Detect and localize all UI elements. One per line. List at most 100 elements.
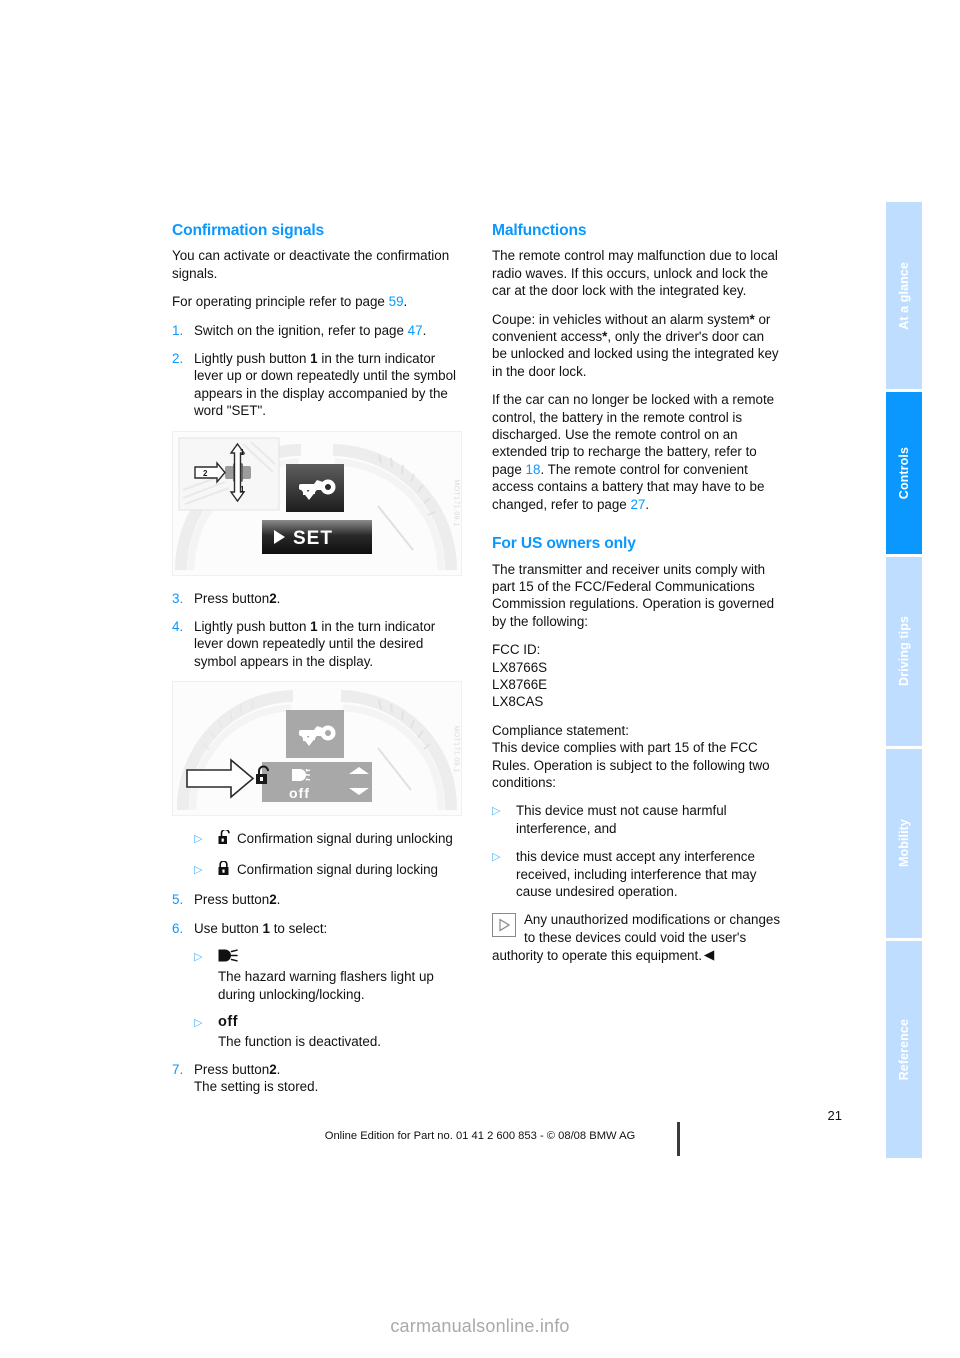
page-ref-27[interactable]: 27: [630, 497, 645, 512]
manual-page: Confirmation signals You can activate or…: [0, 0, 960, 1358]
battery-text-c: .: [645, 496, 650, 512]
hazard-flasher-icon: [218, 948, 462, 967]
step-3-text-b: .: [276, 590, 281, 606]
triangle-bullet-icon: ▷: [492, 851, 501, 864]
step-2: 2. Lightly push button 1 in the turn ind…: [172, 350, 462, 420]
open-padlock-glyph: [218, 828, 230, 845]
triangle-bullet-icon: ▷: [194, 950, 203, 963]
section-title-us-owners: For US owners only: [492, 535, 636, 553]
svg-text:SET: SET: [293, 528, 333, 549]
compliance-text: This device complies with part 15 of the…: [492, 740, 770, 790]
step-4-number: 4.: [172, 619, 184, 635]
closed-padlock-icon: [218, 860, 231, 880]
us-owners-paragraph: The transmitter and receiver units compl…: [492, 561, 775, 629]
step-1-number: 1.: [172, 322, 184, 338]
condition-1: ▷ This device must not cause harmful int…: [492, 802, 782, 837]
step-5-number: 5.: [172, 892, 184, 908]
section-title-malfunctions: Malfunctions: [492, 222, 587, 239]
step-6: 6. Use button 1 to select:: [172, 920, 462, 937]
step-7-text-b: .: [276, 1061, 281, 1077]
step-5: 5. Press button2.: [172, 891, 462, 908]
sidebar-tab-controls[interactable]: Controls: [886, 392, 922, 554]
figure-1-illustration: 1 1 2 SET: [173, 431, 461, 575]
sidebar-tab-controls-label: Controls: [896, 446, 911, 499]
figure-1-code: MOT171.09.1: [452, 479, 460, 527]
triangle-bullet-icon: ▷: [194, 863, 203, 876]
option-hazard-flashers: ▷ The hazard warning flashers light up d…: [194, 948, 462, 1003]
figure-cluster-set: 1 1 2 SET MOT171.09.1: [172, 430, 462, 576]
step-3: 3. Press button2.: [172, 590, 462, 607]
operating-principle-paragraph: For operating principle refer to page 59…: [172, 293, 462, 310]
page-ref-59[interactable]: 59: [389, 294, 404, 309]
triangle-note-icon: [492, 913, 516, 938]
step-4-text-a: Lightly push button: [194, 619, 307, 635]
sidebar-tab-at-a-glance[interactable]: At a glance: [886, 202, 922, 390]
sidebar-tab-mobility-label: Mobility: [896, 819, 911, 868]
steps-list-part-3: 5. Press button2. 6. Use button 1 to sel…: [172, 891, 462, 937]
step-4: 4. Lightly push button 1 in the turn ind…: [172, 618, 462, 670]
fcc-id-3: LX8CAS: [492, 694, 544, 710]
svg-text:1: 1: [240, 448, 245, 457]
step-6-button-ref: 1: [262, 920, 270, 936]
page-number: 21: [827, 1108, 842, 1123]
step-7: 7. Press button2. The setting is stored.: [172, 1061, 462, 1096]
svg-text:2: 2: [203, 469, 208, 478]
step-2-number: 2.: [172, 351, 184, 367]
page-ref-18[interactable]: 18: [526, 462, 541, 477]
bullet-unlocking: ▷ Confirmation signal during unlocking: [194, 828, 462, 849]
condition-2: ▷ this device must accept any interferen…: [492, 848, 782, 900]
sidebar-tab-driving-tips[interactable]: Driving tips: [886, 556, 922, 746]
step-7-number: 7.: [172, 1061, 184, 1077]
steps-list-part-2: 3. Press button2. 4. Lightly push button…: [172, 590, 462, 671]
step-6-text-b: to select:: [273, 920, 328, 936]
steps-list-part-4: 7. Press button2. The setting is stored.: [172, 1061, 462, 1096]
svg-text:off: off: [289, 785, 310, 801]
fcc-id-1: LX8766S: [492, 659, 548, 675]
step-7-button-ref: 2: [269, 1061, 277, 1077]
fcc-id-2: LX8766E: [492, 676, 548, 692]
condition-1-text: This device must not cause harmful inter…: [516, 803, 727, 836]
step-7-text-a: Press button: [194, 1061, 270, 1077]
fcc-id-label: FCC ID:: [492, 642, 541, 658]
site-watermark: carmanualsonline.info: [390, 1316, 570, 1336]
compliance-label: Compliance statement:: [492, 722, 629, 738]
triangle-note-glyph: [499, 918, 511, 932]
svg-text:1: 1: [240, 485, 245, 494]
triangle-bullet-icon: ▷: [492, 805, 501, 818]
confirmation-signal-bullets: ▷ Confirmation signal during unlocking ▷: [194, 828, 462, 880]
figure-2-illustration: ◖⋮ off: [173, 682, 461, 816]
steps-list-part-1: 1. Switch on the ignition, refer to page…: [172, 322, 462, 420]
sidebar-tab-reference[interactable]: Reference: [886, 940, 922, 1158]
warning-note-text: Any unauthorized modifications or change…: [492, 912, 781, 964]
right-text-column: Malfunctions The remote control may malf…: [492, 222, 782, 976]
warning-note-box: Any unauthorized modifications or change…: [492, 911, 782, 964]
condition-2-text: this device must accept any interference…: [516, 849, 757, 899]
step-5-button-ref: 2: [269, 892, 277, 908]
page-ref-47[interactable]: 47: [408, 323, 423, 338]
step-3-number: 3.: [172, 590, 184, 606]
step-1: 1. Switch on the ignition, refer to page…: [172, 322, 462, 339]
bullet-locking-label: Confirmation signal during locking: [237, 861, 438, 877]
step-2-text-a: Lightly push button: [194, 351, 307, 367]
end-of-note-marker: ◀: [703, 947, 715, 963]
open-padlock-icon: [218, 828, 231, 849]
step-4-button-ref: 1: [310, 619, 318, 635]
section-title-confirmation-signals: Confirmation signals: [172, 222, 325, 239]
step-2-button-ref: 1: [310, 351, 318, 367]
malfunctions-paragraph-1: The remote control may malfunction due t…: [492, 248, 778, 299]
intro-paragraph: You can activate or deactivate the confi…: [172, 248, 450, 281]
step-3-button-ref: 2: [269, 590, 277, 606]
fcc-conditions-list: ▷ This device must not cause harmful int…: [492, 802, 782, 900]
figure-cluster-off: ◖⋮ off: [172, 681, 462, 817]
sidebar-tab-at-a-glance-label: At a glance: [896, 261, 911, 330]
operating-principle-text: For operating principle refer to page: [172, 294, 385, 310]
malfunctions-paragraph-2: Coupe: in vehicles without an alarm syst…: [492, 311, 782, 381]
step-1-text: Switch on the ignition, refer to page: [194, 322, 404, 338]
option-off: ▷ off The function is deactivated.: [194, 1014, 462, 1050]
option-hazard-description: The hazard warning flashers light up dur…: [218, 969, 434, 1002]
sidebar-tab-mobility[interactable]: Mobility: [886, 748, 922, 938]
coupe-text-a: Coupe: in vehicles without an alarm syst…: [492, 311, 750, 327]
select-options-list: ▷ The hazard warning flashers light up d…: [194, 948, 462, 1050]
footer-edition-line: Online Edition for Part no. 01 41 2 600 …: [324, 1130, 636, 1142]
step-6-number: 6.: [172, 920, 184, 936]
